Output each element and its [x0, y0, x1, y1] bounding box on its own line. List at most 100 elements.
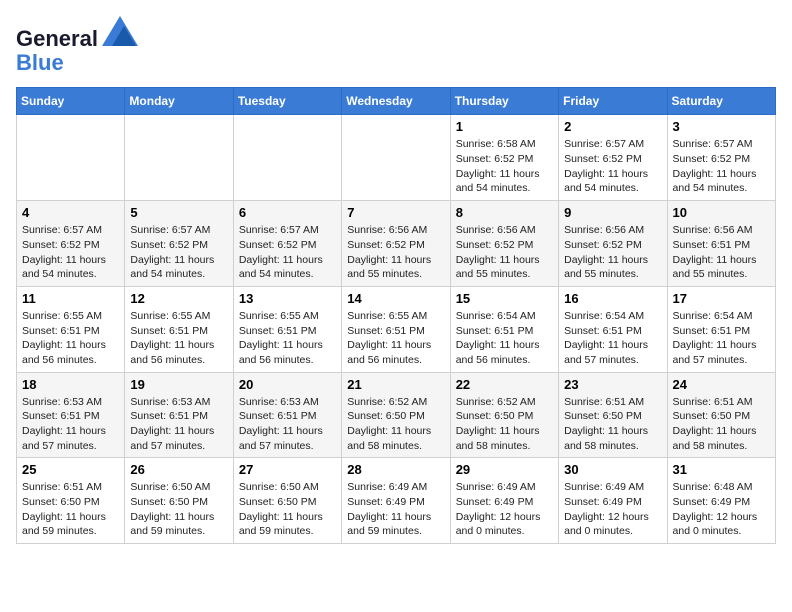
calendar-cell: 18 Sunrise: 6:53 AMSunset: 6:51 PMDayligh… — [17, 372, 125, 458]
day-info: Sunrise: 6:52 AMSunset: 6:50 PMDaylight:… — [347, 395, 444, 454]
calendar-cell: 2Sunrise: 6:57 AMSunset: 6:52 PMDaylight… — [559, 115, 667, 201]
logo-text: General — [16, 16, 138, 51]
calendar-cell: 22 Sunrise: 6:52 AMSunset: 6:50 PMDayligh… — [450, 372, 558, 458]
day-info: Sunrise: 6:49 AMSunset: 6:49 PMDaylight:… — [564, 480, 661, 539]
day-number: 20 — [239, 377, 336, 392]
calendar-cell: 25 Sunrise: 6:51 AMSunset: 6:50 PMDayligh… — [17, 458, 125, 544]
page-header: General Blue — [16, 16, 776, 75]
calendar-cell: 6 Sunrise: 6:57 AMSunset: 6:52 PMDaylight… — [233, 201, 341, 287]
weekday-header-sunday: Sunday — [17, 88, 125, 115]
day-info: Sunrise: 6:56 AMSunset: 6:52 PMDaylight:… — [564, 223, 661, 282]
weekday-header-friday: Friday — [559, 88, 667, 115]
day-number: 22 — [456, 377, 553, 392]
day-info: Sunrise: 6:51 AMSunset: 6:50 PMDaylight:… — [564, 395, 661, 454]
day-number: 28 — [347, 462, 444, 477]
calendar-cell: 8 Sunrise: 6:56 AMSunset: 6:52 PMDaylight… — [450, 201, 558, 287]
day-number: 11 — [22, 291, 119, 306]
calendar-cell: 14Sunrise: 6:55 AMSunset: 6:51 PMDayligh… — [342, 286, 450, 372]
day-number: 5 — [130, 205, 227, 220]
day-number: 1 — [456, 119, 553, 134]
week-row-4: 18 Sunrise: 6:53 AMSunset: 6:51 PMDayligh… — [17, 372, 776, 458]
day-info: Sunrise: 6:49 AMSunset: 6:49 PMDaylight:… — [347, 480, 444, 539]
day-info: Sunrise: 6:53 AMSunset: 6:51 PMDaylight:… — [22, 395, 119, 454]
weekday-header-row: SundayMondayTuesdayWednesdayThursdayFrid… — [17, 88, 776, 115]
calendar-cell: 26 Sunrise: 6:50 AMSunset: 6:50 PMDayligh… — [125, 458, 233, 544]
weekday-header-monday: Monday — [125, 88, 233, 115]
day-info: Sunrise: 6:49 AMSunset: 6:49 PMDaylight:… — [456, 480, 553, 539]
weekday-header-wednesday: Wednesday — [342, 88, 450, 115]
calendar-cell: 1 Sunrise: 6:58 AMSunset: 6:52 PMDaylight… — [450, 115, 558, 201]
day-number: 27 — [239, 462, 336, 477]
day-number: 8 — [456, 205, 553, 220]
day-info: Sunrise: 6:56 AMSunset: 6:51 PMDaylight:… — [673, 223, 770, 282]
day-number: 30 — [564, 462, 661, 477]
weekday-header-saturday: Saturday — [667, 88, 775, 115]
calendar-cell: 5 Sunrise: 6:57 AMSunset: 6:52 PMDaylight… — [125, 201, 233, 287]
day-info: Sunrise: 6:51 AMSunset: 6:50 PMDaylight:… — [22, 480, 119, 539]
day-info: Sunrise: 6:50 AMSunset: 6:50 PMDaylight:… — [239, 480, 336, 539]
day-info: Sunrise: 6:50 AMSunset: 6:50 PMDaylight:… — [130, 480, 227, 539]
calendar-cell: 19 Sunrise: 6:53 AMSunset: 6:51 PMDayligh… — [125, 372, 233, 458]
calendar-cell — [125, 115, 233, 201]
calendar-cell: 10 Sunrise: 6:56 AMSunset: 6:51 PMDayligh… — [667, 201, 775, 287]
day-info: Sunrise: 6:53 AMSunset: 6:51 PMDaylight:… — [130, 395, 227, 454]
calendar-cell: 30 Sunrise: 6:49 AMSunset: 6:49 PMDayligh… — [559, 458, 667, 544]
day-info: Sunrise: 6:51 AMSunset: 6:50 PMDaylight:… — [673, 395, 770, 454]
day-number: 23 — [564, 377, 661, 392]
day-info: Sunrise: 6:56 AMSunset: 6:52 PMDaylight:… — [456, 223, 553, 282]
day-number: 3 — [673, 119, 770, 134]
weekday-header-thursday: Thursday — [450, 88, 558, 115]
calendar-cell — [342, 115, 450, 201]
weekday-header-tuesday: Tuesday — [233, 88, 341, 115]
day-number: 6 — [239, 205, 336, 220]
day-number: 12 — [130, 291, 227, 306]
calendar-cell: 15Sunrise: 6:54 AMSunset: 6:51 PMDayligh… — [450, 286, 558, 372]
calendar-cell: 12Sunrise: 6:55 AMSunset: 6:51 PMDayligh… — [125, 286, 233, 372]
day-info: Sunrise: 6:53 AMSunset: 6:51 PMDaylight:… — [239, 395, 336, 454]
day-number: 13 — [239, 291, 336, 306]
day-number: 19 — [130, 377, 227, 392]
day-info: Sunrise: 6:57 AMSunset: 6:52 PMDaylight:… — [239, 223, 336, 282]
calendar-cell: 27 Sunrise: 6:50 AMSunset: 6:50 PMDayligh… — [233, 458, 341, 544]
calendar-cell: 29 Sunrise: 6:49 AMSunset: 6:49 PMDayligh… — [450, 458, 558, 544]
day-info: Sunrise: 6:56 AMSunset: 6:52 PMDaylight:… — [347, 223, 444, 282]
calendar-table: SundayMondayTuesdayWednesdayThursdayFrid… — [16, 87, 776, 544]
calendar-cell: 24 Sunrise: 6:51 AMSunset: 6:50 PMDayligh… — [667, 372, 775, 458]
week-row-1: 1 Sunrise: 6:58 AMSunset: 6:52 PMDaylight… — [17, 115, 776, 201]
calendar-cell: 11 Sunrise: 6:55 AMSunset: 6:51 PMDayligh… — [17, 286, 125, 372]
calendar-cell: 21 Sunrise: 6:52 AMSunset: 6:50 PMDayligh… — [342, 372, 450, 458]
day-number: 4 — [22, 205, 119, 220]
day-number: 31 — [673, 462, 770, 477]
calendar-cell: 4Sunrise: 6:57 AMSunset: 6:52 PMDaylight… — [17, 201, 125, 287]
day-number: 18 — [22, 377, 119, 392]
logo: General Blue — [16, 16, 138, 75]
day-number: 2 — [564, 119, 661, 134]
day-number: 25 — [22, 462, 119, 477]
day-info: Sunrise: 6:55 AMSunset: 6:51 PMDaylight:… — [239, 309, 336, 368]
calendar-cell: 3Sunrise: 6:57 AMSunset: 6:52 PMDaylight… — [667, 115, 775, 201]
day-info: Sunrise: 6:52 AMSunset: 6:50 PMDaylight:… — [456, 395, 553, 454]
day-number: 21 — [347, 377, 444, 392]
week-row-3: 11 Sunrise: 6:55 AMSunset: 6:51 PMDayligh… — [17, 286, 776, 372]
day-number: 16 — [564, 291, 661, 306]
calendar-cell: 20 Sunrise: 6:53 AMSunset: 6:51 PMDayligh… — [233, 372, 341, 458]
day-number: 26 — [130, 462, 227, 477]
calendar-cell: 9 Sunrise: 6:56 AMSunset: 6:52 PMDaylight… — [559, 201, 667, 287]
day-info: Sunrise: 6:57 AMSunset: 6:52 PMDaylight:… — [130, 223, 227, 282]
day-info: Sunrise: 6:48 AMSunset: 6:49 PMDaylight:… — [673, 480, 770, 539]
week-row-2: 4 Sunrise: 6:57 AMSunset: 6:52 PMDaylight… — [17, 201, 776, 287]
calendar-cell: 16Sunrise: 6:54 AMSunset: 6:51 PMDayligh… — [559, 286, 667, 372]
day-number: 17 — [673, 291, 770, 306]
calendar-cell: 31 Sunrise: 6:48 AMSunset: 6:49 PMDayligh… — [667, 458, 775, 544]
day-info: Sunrise: 6:55 AMSunset: 6:51 PMDaylight:… — [22, 309, 119, 368]
calendar-cell: 28 Sunrise: 6:49 AMSunset: 6:49 PMDayligh… — [342, 458, 450, 544]
calendar-cell — [17, 115, 125, 201]
day-number: 9 — [564, 205, 661, 220]
day-info: Sunrise: 6:54 AMSunset: 6:51 PMDaylight:… — [673, 309, 770, 368]
day-number: 10 — [673, 205, 770, 220]
day-number: 24 — [673, 377, 770, 392]
day-number: 29 — [456, 462, 553, 477]
logo-icon — [102, 16, 138, 46]
calendar-cell: 23 Sunrise: 6:51 AMSunset: 6:50 PMDayligh… — [559, 372, 667, 458]
day-info: Sunrise: 6:58 AMSunset: 6:52 PMDaylight:… — [456, 137, 553, 196]
